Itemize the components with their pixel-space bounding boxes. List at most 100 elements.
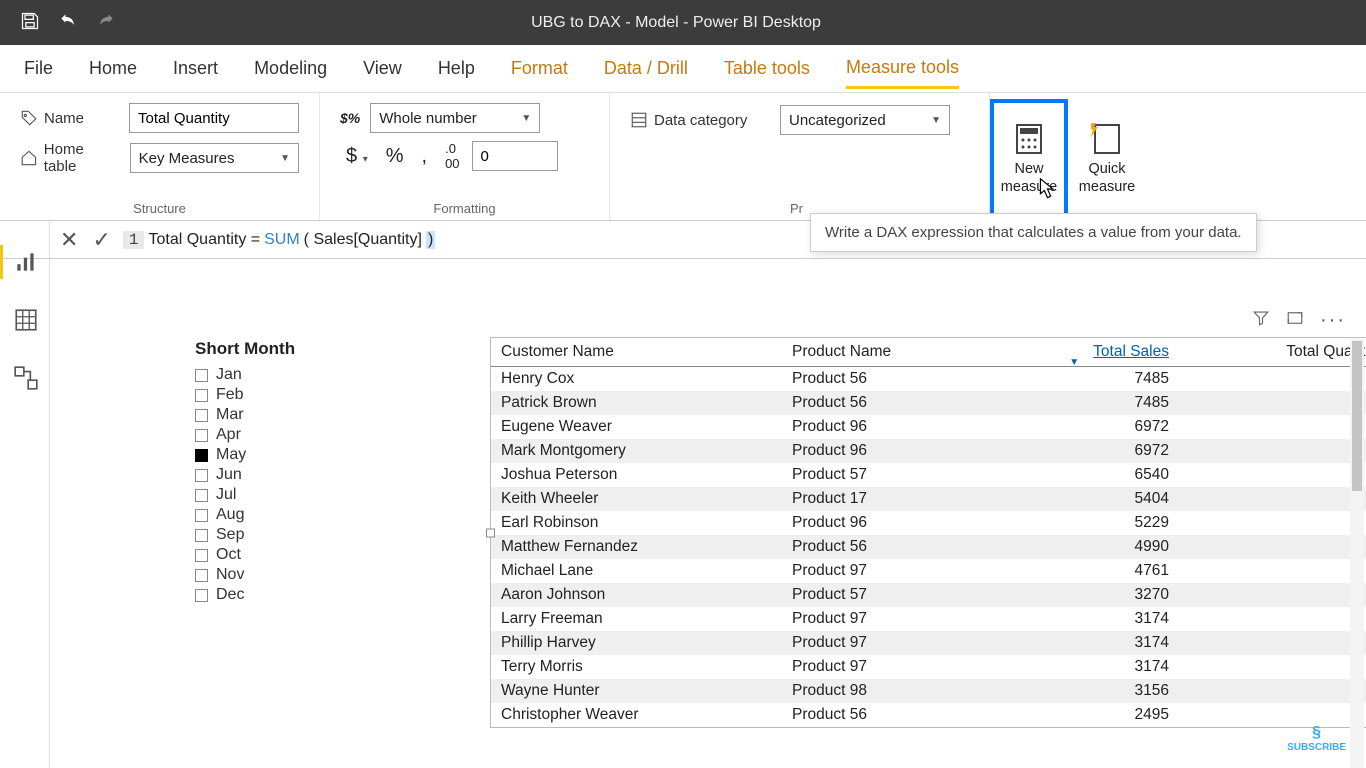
slicer-item-label: Apr [216,426,241,444]
slicer-item[interactable]: Mar [195,405,385,425]
ribbon-content: Name Home table Key Measures▼ Structure … [0,93,1366,221]
slicer-item[interactable]: May [195,445,385,465]
data-category-select[interactable]: Uncategorized▼ [780,105,950,135]
checkbox-icon[interactable] [195,389,208,402]
table-row[interactable]: Eugene WeaverProduct 9669724 [491,415,1366,439]
slicer-item[interactable]: Jun [195,465,385,485]
model-view-button[interactable] [0,361,49,395]
home-table-label: Home table [20,141,120,175]
table-row[interactable]: Phillip HarveyProduct 9731742 [491,631,1366,655]
tab-modeling[interactable]: Modeling [254,50,327,87]
slicer-item-label: Jun [216,466,242,484]
home-table-select[interactable]: Key Measures▼ [130,143,299,173]
tab-table-tools[interactable]: Table tools [724,50,810,87]
slicer-item[interactable]: Jan [195,365,385,385]
tab-measure-tools[interactable]: Measure tools [846,49,959,89]
formula-input[interactable]: 1 Total Quantity = SUM( Sales[Quantity] … [123,231,435,249]
slicer-item[interactable]: Sep [195,525,385,545]
table-row[interactable]: Henry CoxProduct 5674853 [491,367,1366,392]
tag-icon [20,109,38,127]
table-row[interactable]: Christopher WeaverProduct 5624951 [491,703,1366,727]
tab-help[interactable]: Help [438,50,475,87]
table-row[interactable]: Joshua PetersonProduct 5765404 [491,463,1366,487]
slicer-item[interactable]: Feb [195,385,385,405]
slicer-item[interactable]: Jul [195,485,385,505]
commit-formula-icon[interactable]: ✓ [92,227,110,253]
undo-icon[interactable] [58,11,78,34]
title-bar: UBG to DAX - Model - Power BI Desktop [0,0,1366,45]
cancel-formula-icon[interactable]: ✕ [60,227,78,253]
checkbox-icon[interactable] [195,469,208,482]
currency-button[interactable]: $ ▾ [340,145,374,168]
more-options-icon[interactable]: ··· [1320,309,1346,332]
table-row[interactable]: Wayne HunterProduct 9831563 [491,679,1366,703]
slicer-item[interactable]: Aug [195,505,385,525]
slicer-item-label: Oct [216,546,241,564]
slicer-item[interactable]: Nov [195,565,385,585]
scrollbar[interactable] [1350,339,1364,768]
percent-button[interactable]: % [380,145,410,168]
save-icon[interactable] [20,11,40,34]
calculator-icon [1013,123,1045,155]
checkbox-icon[interactable] [195,589,208,602]
slicer-item[interactable]: Apr [195,425,385,445]
slicer-item-label: Nov [216,566,244,584]
checkbox-icon[interactable] [195,409,208,422]
table-row[interactable]: Terry MorrisProduct 9731742 [491,655,1366,679]
slicer-item-label: Sep [216,526,244,544]
table-row[interactable]: Aaron JohnsonProduct 5732702 [491,583,1366,607]
checkbox-icon[interactable] [195,449,208,462]
slicer-item-label: Mar [216,406,244,424]
data-table: Customer NameProduct NameTotal Sales▼Tot… [491,338,1366,727]
checkbox-icon[interactable] [195,429,208,442]
focus-mode-icon[interactable] [1286,309,1304,332]
tab-insert[interactable]: Insert [173,50,218,87]
tab-view[interactable]: View [363,50,402,87]
decimal-icon[interactable]: .000 [439,141,465,171]
table-row[interactable]: Matthew FernandezProduct 5649902 [491,535,1366,559]
slicer-item[interactable]: Oct [195,545,385,565]
tab-file[interactable]: File [24,50,53,87]
column-header[interactable]: Total Quantity [1179,338,1366,367]
checkbox-icon[interactable] [195,569,208,582]
new-measure-button[interactable]: New measure [990,99,1068,220]
format-select[interactable]: Whole number▼ [370,103,540,133]
tab-home[interactable]: Home [89,50,137,87]
scrollbar-thumb[interactable] [1352,341,1362,491]
filter-icon[interactable] [1252,309,1270,332]
table-row[interactable]: Mark MontgomeryProduct 9669724 [491,439,1366,463]
table-row[interactable]: Larry FreemanProduct 9731742 [491,607,1366,631]
slicer-item-label: Aug [216,506,244,524]
measure-name-input[interactable] [129,103,299,133]
table-row[interactable]: Michael LaneProduct 9747613 [491,559,1366,583]
column-header[interactable]: Total Sales▼ [1002,338,1179,367]
checkbox-icon[interactable] [195,369,208,382]
table-row[interactable]: Patrick BrownProduct 5674853 [491,391,1366,415]
data-view-button[interactable] [0,303,49,337]
checkbox-icon[interactable] [195,549,208,562]
column-header[interactable]: Product Name [782,338,1002,367]
table-row[interactable]: Keith WheelerProduct 1754044 [491,487,1366,511]
decimals-input[interactable] [472,141,558,171]
tab-format[interactable]: Format [511,50,568,87]
checkbox-icon[interactable] [195,529,208,542]
report-canvas: ··· Short Month JanFebMar Apr May Jun Jul Aug… [50,259,1366,768]
checkbox-icon[interactable] [195,489,208,502]
checkbox-icon[interactable] [195,509,208,522]
table-row[interactable]: Earl RobinsonProduct 9652293 [491,511,1366,535]
name-label: Name [20,109,119,127]
slicer-item-label: Jul [216,486,236,504]
column-header[interactable]: Customer Name [491,338,782,367]
data-table-visual[interactable]: Customer NameProduct NameTotal Sales▼Tot… [490,337,1366,728]
slicer-title: Short Month [195,339,385,359]
chevron-down-icon: ▼ [280,153,290,164]
slicer-item-label: May [216,446,246,464]
redo-icon[interactable] [96,11,116,34]
visual-header: ··· [1252,309,1346,332]
quick-measure-button[interactable]: Quick measure [1068,99,1146,220]
thousands-button[interactable]: , [416,145,434,168]
report-view-button[interactable] [0,245,49,279]
subscribe-badge: § SUBSCRIBE [1287,724,1346,753]
tab-data-drill[interactable]: Data / Drill [604,50,688,87]
slicer-item[interactable]: Dec [195,585,385,605]
